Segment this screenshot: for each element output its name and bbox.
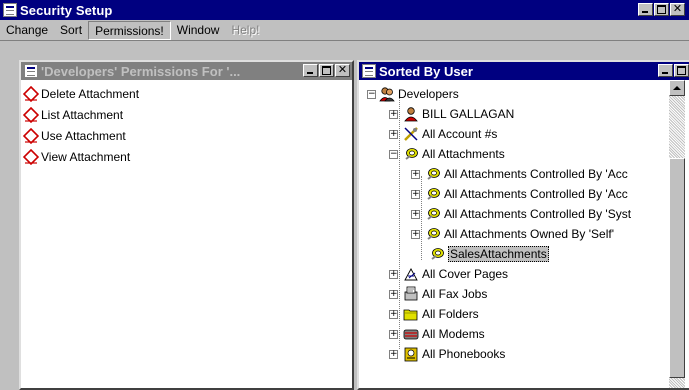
expand-icon[interactable]: +	[389, 270, 398, 279]
tree-node-label: All Folders	[422, 307, 479, 321]
permissions-window-title: 'Developers' Permissions For '...	[41, 63, 241, 79]
expand-icon[interactable]: +	[411, 210, 420, 219]
menu-sort[interactable]: Sort	[54, 21, 88, 40]
sorted-by-user-title-bar[interactable]: Sorted By User	[359, 62, 689, 80]
permission-list: Delete Attachment List Attachment Use At…	[21, 80, 352, 167]
app-title-bar[interactable]: Security Setup	[0, 0, 689, 20]
tree-node-label: All Attachments Controlled By 'Acc	[444, 167, 628, 181]
app-minimize-button[interactable]	[638, 3, 653, 16]
tree-node-label: All Attachments Controlled By 'Syst	[444, 207, 632, 221]
tree-node-attachment-group[interactable]: + All Attachments Owned By 'Self'	[407, 224, 614, 244]
tree-node-attachment-group[interactable]: + All Attachments Controlled By 'Acc	[407, 184, 628, 204]
window-system-menu-icon[interactable]	[24, 64, 38, 78]
user-icon	[403, 106, 419, 122]
tree-node-label: All Account #s	[422, 127, 498, 141]
tree-node-label: All Fax Jobs	[422, 287, 488, 301]
sorted-by-user-window: Sorted By User − Developers + BILL GALLA…	[357, 60, 689, 390]
expand-icon[interactable]: +	[411, 230, 420, 239]
sorted-minimize-button[interactable]	[658, 64, 673, 77]
attachment-icon	[425, 166, 441, 182]
permission-diamond-icon	[23, 127, 39, 144]
group-icon	[379, 86, 395, 102]
permission-item[interactable]: Delete Attachment	[23, 83, 352, 104]
expand-icon[interactable]: +	[411, 170, 420, 179]
tree-node-phonebooks[interactable]: + All Phonebooks	[385, 344, 505, 364]
attachment-icon	[425, 206, 441, 222]
permissions-minimize-button[interactable]	[303, 64, 318, 77]
permissions-close-button[interactable]	[335, 64, 350, 77]
tree-node-folders[interactable]: + All Folders	[385, 304, 479, 324]
menu-bar: Change Sort Permissions! Window Help!	[0, 20, 689, 41]
permission-label: List Attachment	[41, 107, 124, 122]
app-title: Security Setup	[20, 2, 113, 18]
attachment-icon	[403, 146, 419, 162]
tree-node-accounts[interactable]: + All Account #s	[385, 124, 497, 144]
sorted-maximize-button[interactable]	[674, 64, 689, 77]
attachment-icon	[425, 226, 441, 242]
expand-icon[interactable]: +	[389, 110, 398, 119]
permission-diamond-icon	[23, 85, 39, 102]
folder-icon	[403, 306, 419, 322]
sorted-by-user-title: Sorted By User	[379, 63, 473, 79]
permission-label: View Attachment	[41, 149, 131, 164]
tree-node-label: BILL GALLAGAN	[422, 107, 515, 121]
menu-window[interactable]: Window	[171, 21, 226, 40]
permissions-window: 'Developers' Permissions For '... Delete…	[19, 60, 354, 390]
expand-icon[interactable]: +	[389, 310, 398, 319]
tree-node-fax-jobs[interactable]: + All Fax Jobs	[385, 284, 487, 304]
tree-node-label: All Cover Pages	[422, 267, 509, 281]
permission-item[interactable]: List Attachment	[23, 104, 352, 125]
scroll-up-button[interactable]	[669, 80, 685, 96]
tree-node-label: All Attachments Owned By 'Self'	[444, 227, 614, 241]
permission-item[interactable]: Use Attachment	[23, 125, 352, 146]
tree-node-sales-attachments[interactable]: SalesAttachments	[407, 244, 549, 264]
expand-icon[interactable]: +	[389, 350, 398, 359]
permissions-maximize-button[interactable]	[319, 64, 334, 77]
tree-node-label: SalesAttachments	[448, 246, 549, 262]
phonebook-icon	[403, 346, 419, 362]
permissions-window-title-bar[interactable]: 'Developers' Permissions For '...	[21, 62, 352, 80]
tree-node-label: All Attachments	[422, 147, 505, 161]
app-system-menu-icon[interactable]	[3, 3, 17, 17]
fax-job-icon	[403, 286, 419, 302]
tree-node-attachment-group[interactable]: + All Attachments Controlled By 'Syst	[407, 204, 631, 224]
permission-label: Use Attachment	[41, 128, 126, 143]
menu-change[interactable]: Change	[0, 21, 54, 40]
tree-node-label: All Modems	[422, 327, 485, 341]
permission-diamond-icon	[23, 106, 39, 123]
account-icon	[403, 126, 419, 142]
permission-label: Delete Attachment	[41, 86, 140, 101]
expand-icon[interactable]: +	[389, 130, 398, 139]
modem-icon	[403, 326, 419, 342]
tree-node-label: All Phonebooks	[422, 347, 506, 361]
collapse-icon[interactable]: −	[389, 150, 398, 159]
attachment-icon	[425, 186, 441, 202]
window-system-menu-icon[interactable]	[362, 64, 376, 78]
tree-node-attachment-group[interactable]: + All Attachments Controlled By 'Acc	[407, 164, 628, 184]
cover-page-icon	[403, 266, 419, 282]
tree-node-modems[interactable]: + All Modems	[385, 324, 485, 344]
expand-icon[interactable]: +	[389, 290, 398, 299]
tree-node-attachments[interactable]: − All Attachments	[385, 144, 505, 164]
attachment-icon	[429, 246, 445, 262]
tree-node-label: All Attachments Controlled By 'Acc	[444, 187, 628, 201]
menu-help: Help!	[231, 22, 260, 37]
app-close-button[interactable]	[670, 3, 685, 16]
permission-item[interactable]: View Attachment	[23, 146, 352, 167]
tree-node-developers[interactable]: − Developers	[363, 84, 459, 104]
tree-node-label: Developers	[398, 87, 459, 101]
expand-icon[interactable]: +	[411, 190, 420, 199]
app-maximize-button[interactable]	[654, 3, 669, 16]
scroll-thumb[interactable]	[669, 158, 685, 378]
tree-node-user[interactable]: + BILL GALLAGAN	[385, 104, 514, 124]
collapse-icon[interactable]: −	[367, 90, 376, 99]
tree-vertical-scrollbar[interactable]	[669, 80, 685, 388]
expand-icon[interactable]: +	[389, 330, 398, 339]
menu-permissions[interactable]: Permissions!	[88, 20, 171, 40]
permission-diamond-icon	[23, 148, 39, 165]
tree-node-cover-pages[interactable]: + All Cover Pages	[385, 264, 508, 284]
